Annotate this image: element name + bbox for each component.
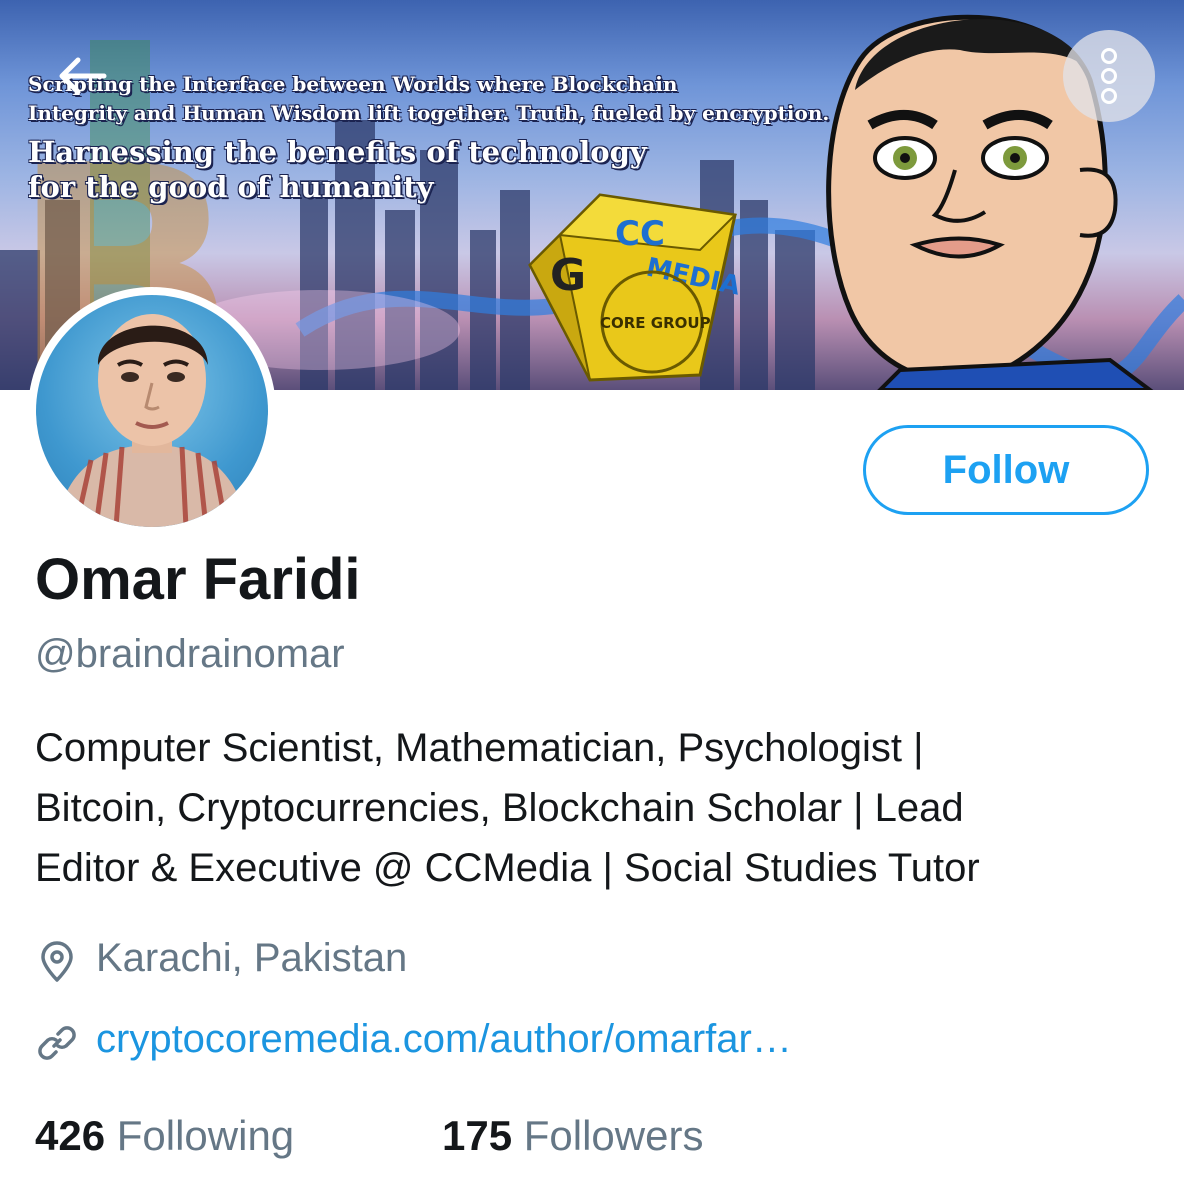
followers-stat[interactable]: 175 Followers [442,1112,703,1160]
bio-line: Bitcoin, Cryptocurrencies, Blockchain Sc… [35,786,964,830]
profile-name: Omar Faridi [35,547,361,612]
bio-line: Computer Scientist, Mathematician, Psych… [35,726,924,770]
banner-tagline-1: Scripting the Interface between Worlds w… [28,72,678,96]
location-text: Karachi, Pakistan [96,936,408,980]
followers-label: Followers [523,1112,704,1159]
following-count: 426 [35,1112,106,1159]
profile-handle: @braindrainomar [35,632,345,676]
link-icon [38,1026,76,1060]
bio-line: Editor & Executive @ CCMedia | Social St… [35,846,980,890]
svg-text:CC: CC [615,214,665,254]
following-label: Following [116,1112,295,1159]
svg-text:G: G [550,250,586,301]
profile-bio: Computer Scientist, Mathematician, Psych… [35,718,1155,898]
svg-text:CORE GROUP: CORE GROUP [600,314,711,332]
follow-button[interactable]: Follow [863,425,1149,515]
location-pin-icon [41,941,73,982]
more-options-button[interactable] [1063,30,1155,122]
avatar-photo [36,295,268,527]
banner-headline-1: Harnessing the benefits of technology [28,135,647,169]
followers-count: 175 [442,1112,513,1159]
avatar[interactable] [28,287,276,535]
arrow-left-icon [59,57,107,95]
following-stat[interactable]: 426 Following [35,1112,294,1160]
back-button[interactable] [56,54,108,98]
banner-tagline-2: Integrity and Human Wisdom lift together… [28,101,830,125]
website-link[interactable]: cryptocoremedia.com/author/omarfar… [96,1017,792,1062]
banner-headline-2: for the good of humanity [28,170,434,204]
